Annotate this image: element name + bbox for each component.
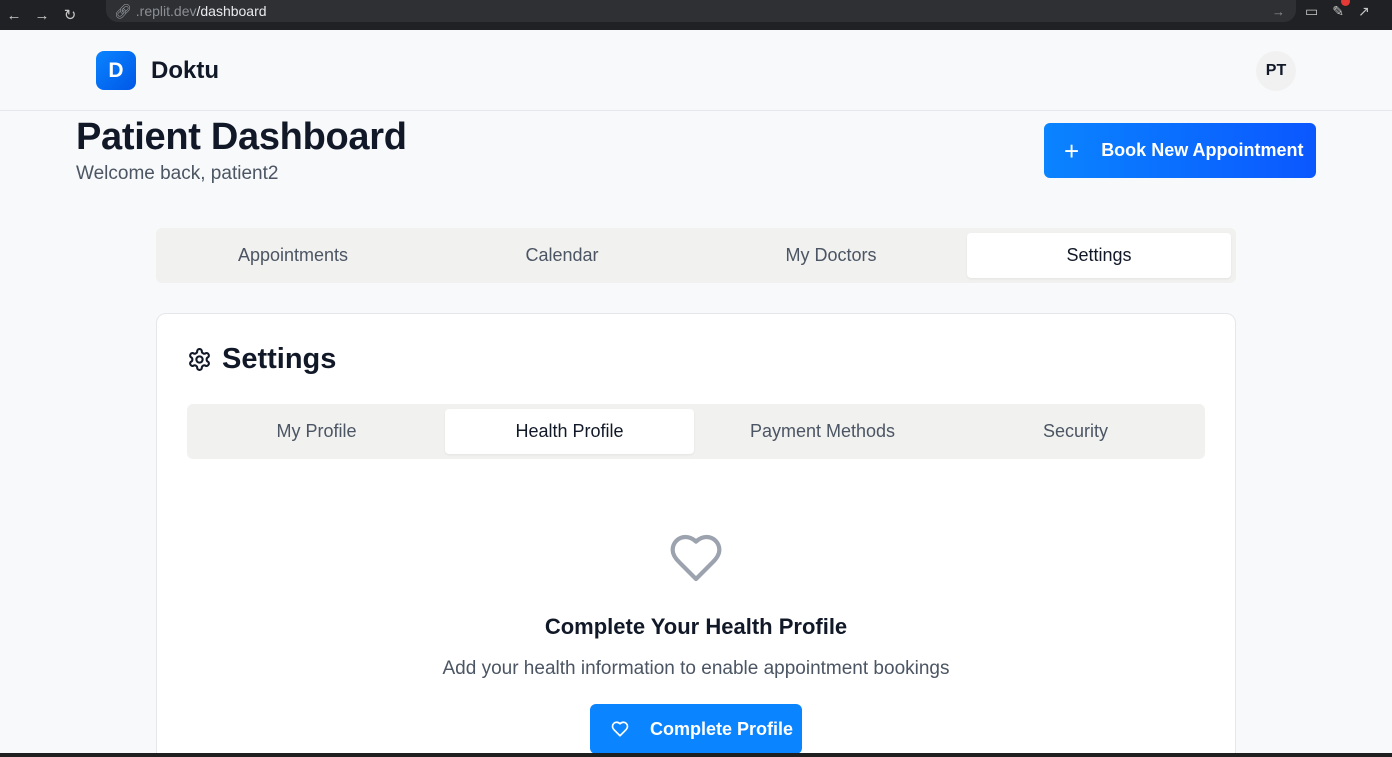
tab-security[interactable]: Security <box>951 409 1200 454</box>
avatar[interactable]: PT <box>1256 51 1296 91</box>
open-external-icon[interactable]: ↗ <box>1358 3 1370 20</box>
plus-icon: + <box>1064 135 1080 166</box>
tab-health-profile[interactable]: Health Profile <box>445 409 694 454</box>
main-tabs: Appointments Calendar My Doctors Setting… <box>156 228 1236 283</box>
extension-icon[interactable]: ✎ <box>1332 0 1350 20</box>
heart-icon <box>611 721 629 737</box>
tab-payment-methods[interactable]: Payment Methods <box>698 409 947 454</box>
tab-appointments[interactable]: Appointments <box>161 233 425 278</box>
logo[interactable]: D <box>96 51 136 90</box>
back-icon[interactable]: ← <box>0 0 28 30</box>
url-host: .replit.dev <box>135 3 197 19</box>
complete-profile-button[interactable]: Complete Profile <box>590 704 802 754</box>
settings-title: Settings <box>222 343 337 375</box>
reload-icon[interactable]: ↻ <box>56 0 84 30</box>
page-subtitle: Welcome back, patient2 <box>76 163 279 184</box>
url-path: /dashboard <box>196 3 267 19</box>
app-header: D Doktu PT <box>0 30 1392 111</box>
heart-icon <box>670 534 722 582</box>
book-new-appointment-label: Book New Appointment <box>1101 140 1304 160</box>
address-bar[interactable]: 🔗︎ .replit.dev/dashboard <box>106 0 1296 22</box>
complete-profile-label: Complete Profile <box>650 718 794 739</box>
settings-tabs: My Profile Health Profile Payment Method… <box>187 404 1205 459</box>
forward-icon[interactable]: → <box>28 0 56 30</box>
tab-my-doctors[interactable]: My Doctors <box>699 233 963 278</box>
link-icon: 🔗︎ <box>114 2 132 19</box>
gear-icon <box>189 348 210 371</box>
book-new-appointment-button[interactable]: + Book New Appointment <box>1044 123 1316 178</box>
notification-dot <box>1340 0 1350 6</box>
empty-state-description: Add your health information to enable ap… <box>442 658 950 679</box>
tab-my-profile[interactable]: My Profile <box>192 409 441 454</box>
browser-actions: ▭ ✎ ↗ <box>1305 0 1370 22</box>
empty-state-title: Complete Your Health Profile <box>544 614 848 639</box>
tab-calendar[interactable]: Calendar <box>430 233 694 278</box>
settings-header: Settings <box>187 343 336 376</box>
go-arrow-icon[interactable]: → <box>1272 0 1285 22</box>
tab-settings[interactable]: Settings <box>967 233 1231 278</box>
app-name[interactable]: Doktu <box>151 57 219 85</box>
page-title: Patient Dashboard <box>76 116 407 158</box>
devices-icon[interactable]: ▭ <box>1305 3 1318 20</box>
window-bottom-edge <box>0 753 1392 757</box>
